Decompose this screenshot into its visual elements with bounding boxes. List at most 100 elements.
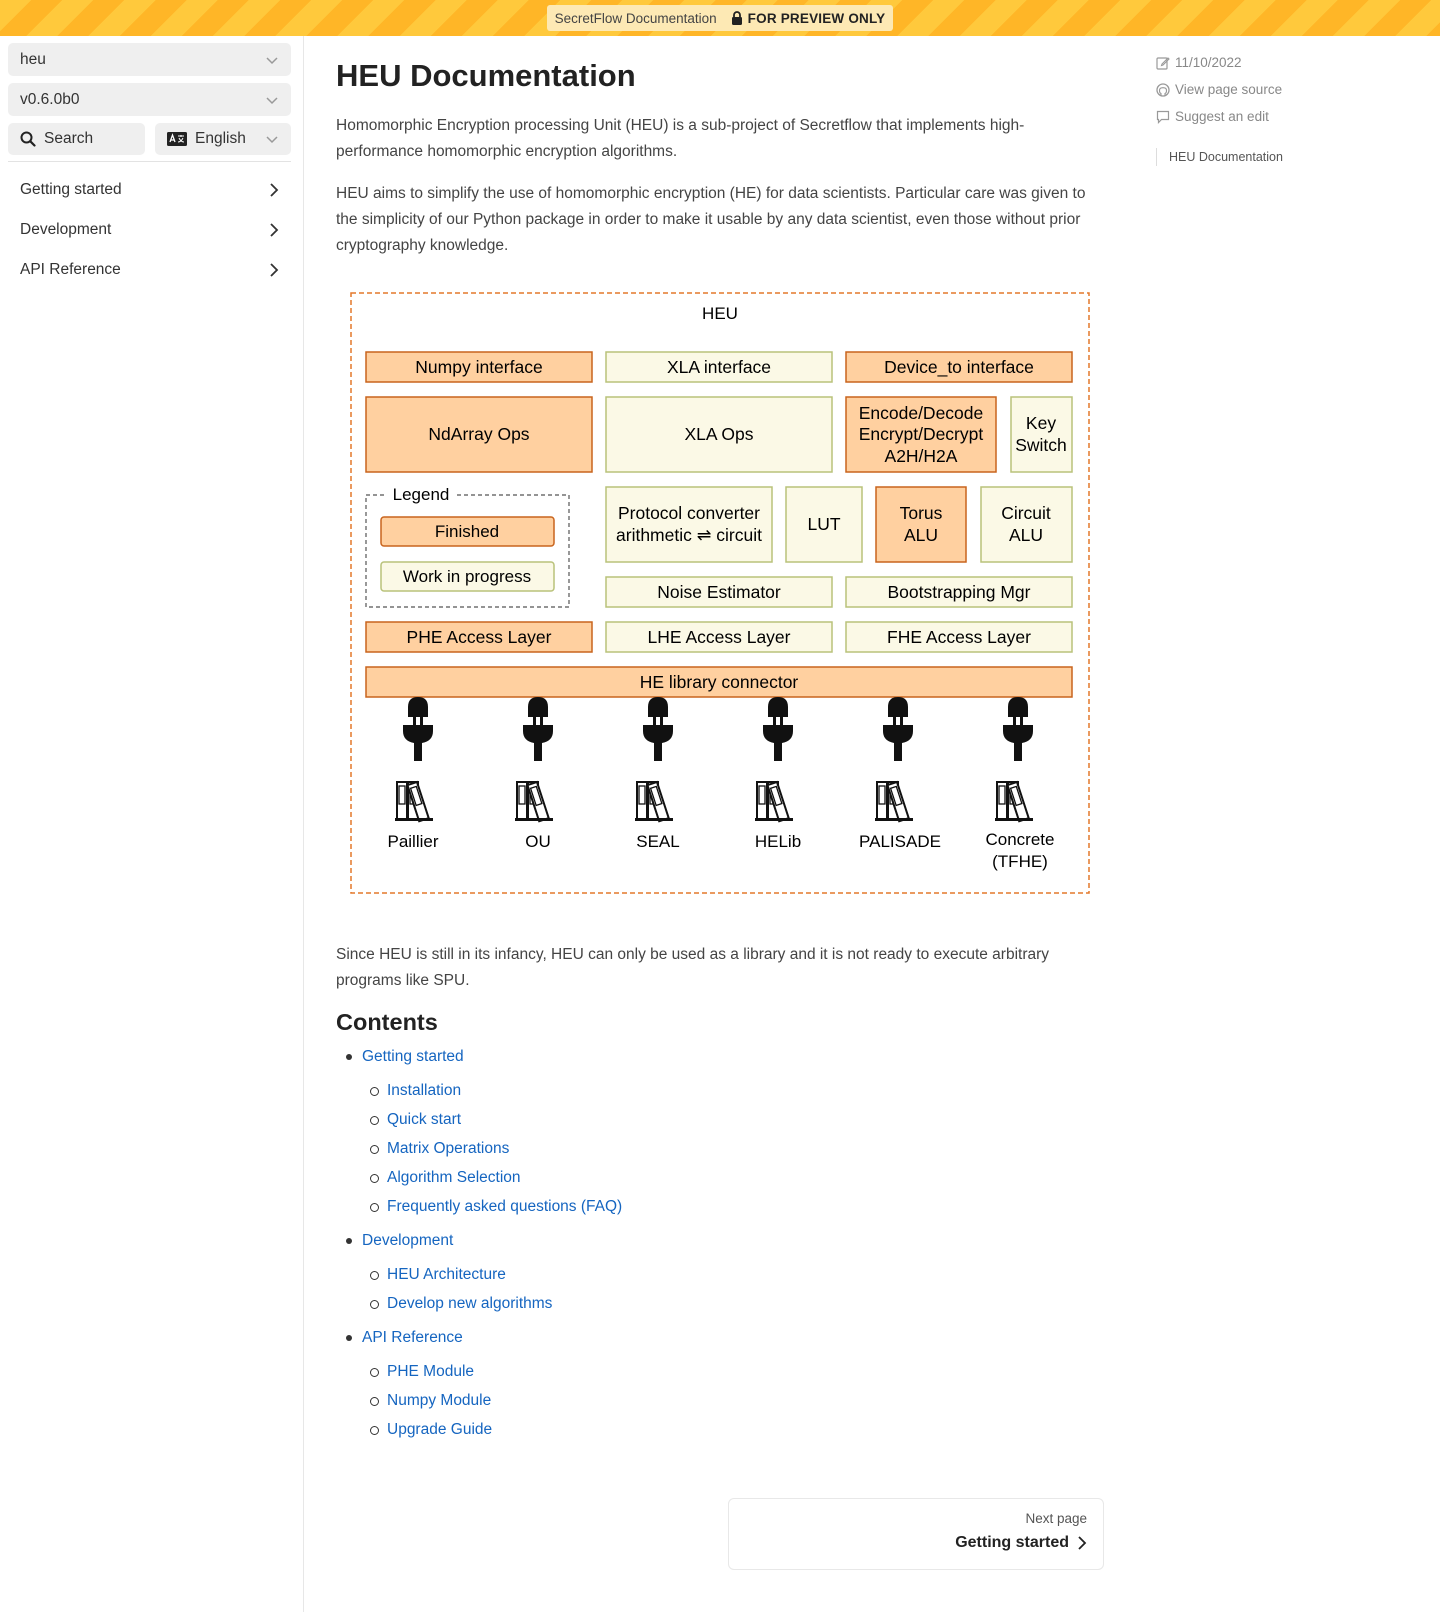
on-page-toc-item[interactable]: HEU Documentation [1156,148,1426,166]
heu-architecture-diagram: HEU Numpy interface XLA interface Device… [350,292,1090,894]
library-label: SEAL [636,832,679,851]
toc-subitem[interactable]: Frequently asked questions (FAQ) [336,1196,622,1218]
circuit-alu-line-1: Circuit [1001,503,1051,523]
numpy-interface-label: Numpy interface [415,357,542,377]
sidebar-item-label: API Reference [20,261,121,278]
library-label: HELib [755,832,801,851]
on-page-toc-label[interactable]: HEU Documentation [1169,150,1283,164]
toc-link[interactable]: Numpy Module [387,1392,491,1409]
project-select-value: heu [20,50,46,68]
sidebar: heu v0.6.0b0 Search English Getting star… [0,36,304,1612]
sidebar-item-label: Development [20,221,112,238]
toc-subitem[interactable]: HEU Architecture [336,1264,622,1286]
plug-icon [643,697,673,761]
toc-link[interactable]: PHE Module [387,1363,474,1380]
toc-subitem[interactable]: PHE Module [336,1361,622,1383]
plug-icon [523,697,553,761]
library-books-icon [394,781,434,823]
sidebar-item-development[interactable]: Development [8,210,291,250]
toc-link[interactable]: Development [362,1232,453,1249]
toc-subitem[interactable]: Upgrade Guide [336,1419,622,1441]
preview-banner: SecretFlow Documentation FOR PREVIEW ONL… [0,0,1440,36]
library-label-sub: (TFHE) [992,852,1048,871]
toc-link[interactable]: HEU Architecture [387,1266,506,1283]
phe-layer-label: PHE Access Layer [407,627,552,647]
search-label: Search [44,130,94,147]
toc-item[interactable]: Development [336,1230,622,1252]
device-interface-label: Device_to interface [884,357,1034,378]
toc-link[interactable]: Matrix Operations [387,1140,509,1157]
page-title: HEU Documentation [336,58,636,93]
toc-link[interactable]: Algorithm Selection [387,1169,521,1186]
toc-link[interactable]: Quick start [387,1111,461,1128]
plug-icon [403,697,433,761]
banner-site-title: SecretFlow Documentation [554,10,717,26]
search-button[interactable]: Search [8,123,145,155]
legend-finished: Finished [435,522,499,541]
toc-item[interactable]: API Reference [336,1327,622,1349]
comment-icon [1156,110,1170,124]
toc-subitem[interactable]: Algorithm Selection [336,1167,622,1189]
sidebar-item-api-reference[interactable]: API Reference [8,250,291,290]
view-source-link[interactable]: View page source [1156,76,1426,103]
banner-pill: SecretFlow Documentation FOR PREVIEW ONL… [546,5,894,31]
last-updated-date: 11/10/2022 [1175,55,1242,70]
github-icon [1156,82,1170,97]
toc-link[interactable]: API Reference [362,1329,463,1346]
version-select-value: v0.6.0b0 [20,90,80,108]
last-updated: 11/10/2022 [1156,49,1426,76]
lhe-layer-label: LHE Access Layer [648,627,791,647]
bootstrapping-label: Bootstrapping Mgr [888,582,1031,602]
sidebar-divider [8,161,291,162]
chevron-down-icon [266,56,278,64]
library-label: Concrete [986,830,1055,849]
toc-subitem[interactable]: Numpy Module [336,1390,622,1412]
library-label: Paillier [387,832,438,851]
library-books-icon [514,781,554,823]
version-select[interactable]: v0.6.0b0 [8,83,291,116]
view-source-label[interactable]: View page source [1175,82,1282,97]
library-label: PALISADE [859,832,941,851]
toc-subitem[interactable]: Matrix Operations [336,1138,622,1160]
suggest-edit-link[interactable]: Suggest an edit [1156,103,1426,130]
toc-subitem[interactable]: Installation [336,1080,622,1102]
circuit-alu-line-2: ALU [1009,525,1043,545]
contents-list: Getting started Installation Quick start… [336,1046,622,1441]
contents-heading: Contents [336,1009,438,1035]
suggest-edit-label[interactable]: Suggest an edit [1175,109,1269,124]
toc-link[interactable]: Upgrade Guide [387,1421,492,1438]
next-page-button[interactable]: Next page Getting started [728,1498,1104,1570]
encode-line-2: Encrypt/Decrypt [859,424,984,444]
plug-icon [1003,697,1033,761]
ndarray-ops-label: NdArray Ops [428,424,529,444]
chevron-right-icon[interactable] [269,262,279,278]
toc-link[interactable]: Frequently asked questions (FAQ) [387,1198,622,1215]
encode-line-3: A2H/H2A [885,446,958,466]
protocol-converter-line-1: Protocol converter [618,503,760,523]
intro-paragraph: Homomorphic Encryption processing Unit (… [336,117,1025,160]
chevron-right-icon[interactable] [269,182,279,198]
toc-link[interactable]: Getting started [362,1048,464,1065]
toc-item[interactable]: Getting started [336,1046,622,1068]
chevron-down-icon [266,136,278,144]
search-icon [20,131,36,147]
right-sidebar: 11/10/2022 View page source Suggest an e… [1156,36,1426,166]
lut-label: LUT [807,514,840,534]
library-books-icon [874,781,914,823]
toc-subitem[interactable]: Quick start [336,1109,622,1131]
connector-label: HE library connector [640,672,799,692]
diagram-title: HEU [702,304,738,323]
project-select[interactable]: heu [8,43,291,76]
toc-link[interactable]: Installation [387,1082,461,1099]
main-content: HEU Documentation Homomorphic Encryption… [336,36,1104,1570]
infancy-paragraph: Since HEU is still in its infancy, HEU c… [336,946,1050,989]
toc-link[interactable]: Develop new algorithms [387,1295,552,1312]
fhe-layer-label: FHE Access Layer [887,627,1031,647]
sidebar-item-getting-started[interactable]: Getting started [8,170,291,210]
edit-icon [1156,56,1170,70]
chevron-right-icon[interactable] [269,222,279,238]
xla-interface-label: XLA interface [667,357,771,377]
toc-subitem[interactable]: Develop new algorithms [336,1293,622,1315]
next-page-small: Next page [1025,1511,1087,1526]
language-select[interactable]: English [155,123,291,155]
